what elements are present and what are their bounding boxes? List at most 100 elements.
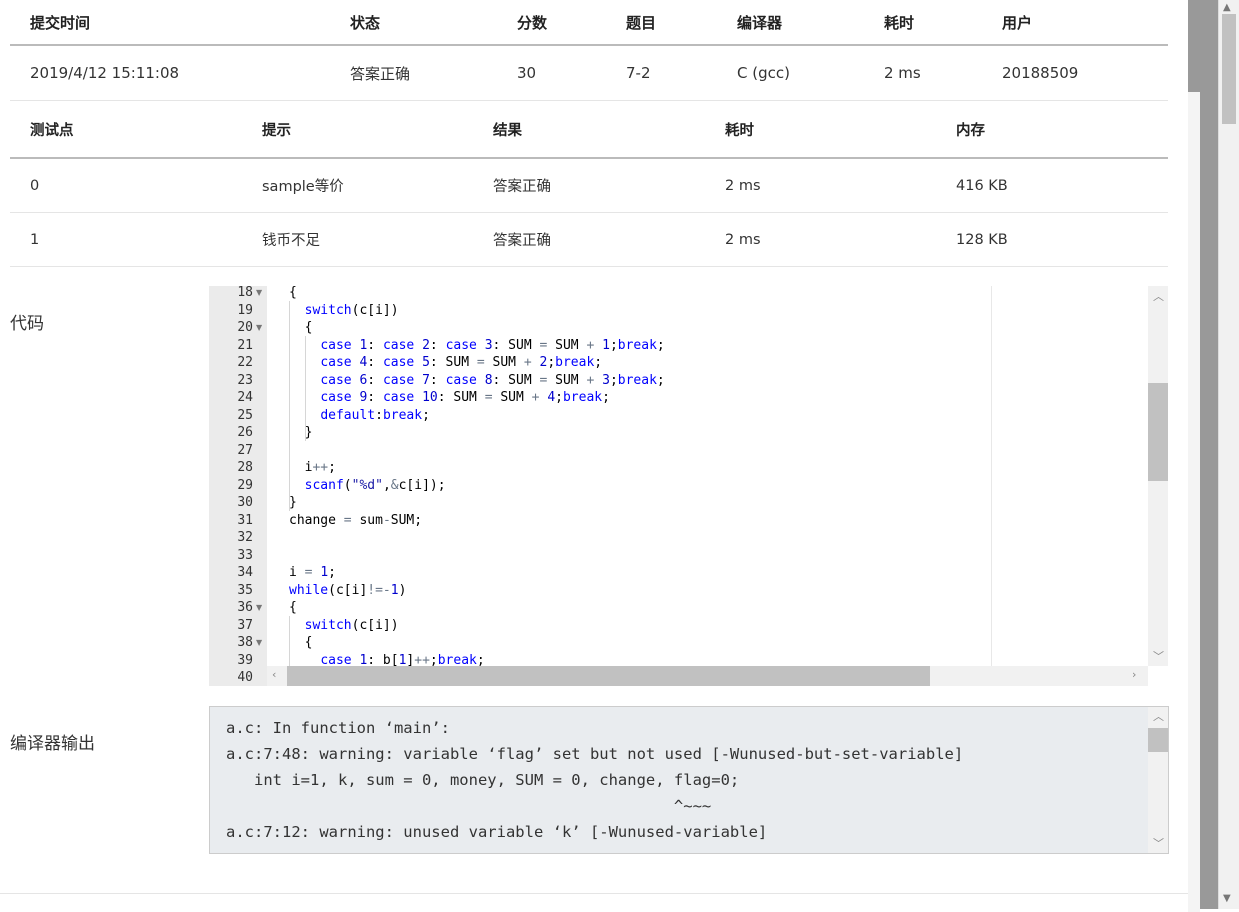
line-number: 36 (237, 600, 253, 615)
case-elapsed: 2 ms (705, 158, 936, 213)
header-result: 结果 (473, 101, 705, 159)
header-compiler: 编译器 (717, 0, 864, 46)
output-line: a.c: In function ‘main’: (226, 719, 450, 737)
code-line: while(c[i]!=-1) (289, 582, 407, 598)
fold-arrow-icon[interactable]: ▼ (256, 638, 262, 647)
scrollbar-thumb[interactable] (1148, 383, 1168, 481)
chevron-right-icon[interactable]: › (1132, 668, 1136, 681)
code-line: case 9: case 10: SUM = SUM + 4;break; (320, 390, 610, 405)
output-line: a.c:7:48: warning: variable ‘flag’ set b… (226, 745, 964, 763)
submission-header-row: 提交时间 状态 分数 题目 编译器 耗时 用户 (10, 0, 1168, 46)
fold-arrow-icon[interactable]: ▼ (256, 323, 262, 332)
background-page-edge (1188, 92, 1200, 912)
submit-time: 2019/4/12 15:11:08 (10, 45, 330, 101)
code-line: } (289, 425, 313, 440)
case-id: 0 (10, 158, 242, 213)
code-line: i = 1; (289, 565, 336, 580)
chevron-down-icon[interactable]: ﹀ (1153, 648, 1164, 664)
problem-link[interactable]: 7-2 (606, 45, 717, 101)
submission-table: 提交时间 状态 分数 题目 编译器 耗时 用户 2019/4/12 15:11:… (10, 0, 1168, 101)
header-problem: 题目 (606, 0, 717, 46)
header-memory: 内存 (936, 101, 1168, 159)
line-number: 19 (237, 302, 253, 318)
line-number: 28 (237, 460, 253, 475)
case-memory: 416 KB (936, 158, 1168, 213)
code-line: case 6: case 7: case 8: SUM = SUM + 3;br… (320, 372, 665, 388)
header-elapsed: 耗时 (864, 0, 982, 46)
user: 20188509 (982, 45, 1168, 101)
case-id: 1 (10, 212, 242, 267)
chevron-left-icon[interactable]: ‹ (272, 668, 276, 681)
case-hint: 钱币不足 (242, 212, 473, 267)
code-line: case 1: case 2: case 3: SUM = SUM + 1;br… (320, 337, 665, 353)
line-number: 37 (237, 617, 253, 633)
line-number: 26 (237, 425, 253, 440)
test-cases-table: 测试点 提示 结果 耗时 内存 0 sample等价 答案正确 2 ms 416… (10, 101, 1168, 267)
code-line: switch(c[i]) (304, 617, 399, 633)
header-submit-time: 提交时间 (10, 0, 330, 46)
compiler-output-box[interactable]: a.c: In function ‘main’: a.c:7:48: warni… (209, 706, 1169, 854)
chevron-down-icon[interactable]: ▼ (1223, 893, 1231, 904)
table-row: 1 钱币不足 答案正确 2 ms 128 KB (10, 212, 1168, 267)
header-case: 测试点 (10, 101, 242, 159)
chevron-down-icon[interactable]: ﹀ (1153, 835, 1164, 851)
scrollbar-thumb[interactable] (287, 666, 930, 686)
case-hint: sample等价 (242, 158, 473, 213)
line-number: 27 (237, 442, 253, 458)
line-number: 23 (237, 372, 253, 388)
footer-divider (0, 893, 1188, 894)
chevron-up-icon[interactable]: ▲ (1223, 2, 1231, 13)
cases-header-row: 测试点 提示 结果 耗时 内存 (10, 101, 1168, 159)
line-number: 22 (237, 355, 253, 370)
code-line: i++; (289, 460, 336, 475)
editor-vertical-scrollbar[interactable]: ︿ ﹀ (1148, 286, 1168, 666)
compiler-output-label: 编译器输出 (10, 734, 95, 754)
code-editor[interactable]: 18 19 20 21 22 23 24 25 26 27 28 29 30 3… (209, 286, 1168, 686)
line-number: 38 (237, 635, 253, 650)
case-result: 答案正确 (473, 212, 705, 267)
submission-detail-page: 提交时间 状态 分数 题目 编译器 耗时 用户 2019/4/12 15:11:… (0, 0, 1188, 909)
table-row: 2019/4/12 15:11:08 答案正确 30 7-2 C (gcc) 2… (10, 45, 1168, 101)
line-number: 35 (237, 582, 253, 598)
print-margin (991, 286, 992, 666)
editor-horizontal-scrollbar[interactable]: ‹ › (267, 666, 1148, 686)
case-memory: 128 KB (936, 212, 1168, 267)
line-number: 21 (237, 337, 253, 353)
chevron-up-icon[interactable]: ︿ (1153, 288, 1164, 304)
status-badge: 答案正确 (330, 45, 497, 101)
case-result: 答案正确 (473, 158, 705, 213)
code-line: } (289, 495, 297, 510)
output-line: ^~~~ (226, 797, 712, 815)
scrollbar-thumb[interactable] (1148, 728, 1168, 752)
case-elapsed: 2 ms (705, 212, 936, 267)
scrollbar-thumb[interactable] (1222, 14, 1236, 124)
code-line: { (289, 320, 313, 335)
line-number: 30 (237, 495, 253, 510)
code-line: { (289, 635, 313, 650)
header-status: 状态 (330, 0, 497, 46)
overlay-backdrop (1188, 0, 1218, 912)
page-scrollbar[interactable]: ▲ ▼ (1218, 0, 1239, 909)
header-user: 用户 (982, 0, 1168, 46)
compiler: C (gcc) (717, 45, 864, 101)
line-number: 25 (237, 407, 253, 423)
code-text-area[interactable]: { switch(c[i]) { case 1: case 2: case 3:… (267, 286, 1133, 671)
output-line: int i=1, k, sum = 0, money, SUM = 0, cha… (226, 771, 740, 789)
code-line: case 4: case 5: SUM = SUM + 2;break; (320, 355, 603, 370)
table-row: 0 sample等价 答案正确 2 ms 416 KB (10, 158, 1168, 213)
chevron-up-icon[interactable]: ︿ (1153, 708, 1164, 724)
output-line: a.c:7:12: warning: unused variable ‘k’ [… (226, 823, 768, 841)
line-number: 31 (237, 512, 253, 528)
elapsed: 2 ms (864, 45, 982, 101)
line-number: 29 (237, 477, 253, 493)
line-number: 18 (237, 286, 253, 300)
fold-arrow-icon[interactable]: ▼ (256, 288, 262, 297)
score: 30 (497, 45, 606, 101)
code-line: { (289, 286, 297, 300)
output-scrollbar[interactable]: ︿ ﹀ (1148, 707, 1168, 853)
code-line: default:break; (320, 407, 430, 423)
fold-arrow-icon[interactable]: ▼ (256, 603, 262, 612)
code-line: { (289, 600, 297, 615)
header-hint: 提示 (242, 101, 473, 159)
header-case-elapsed: 耗时 (705, 101, 936, 159)
